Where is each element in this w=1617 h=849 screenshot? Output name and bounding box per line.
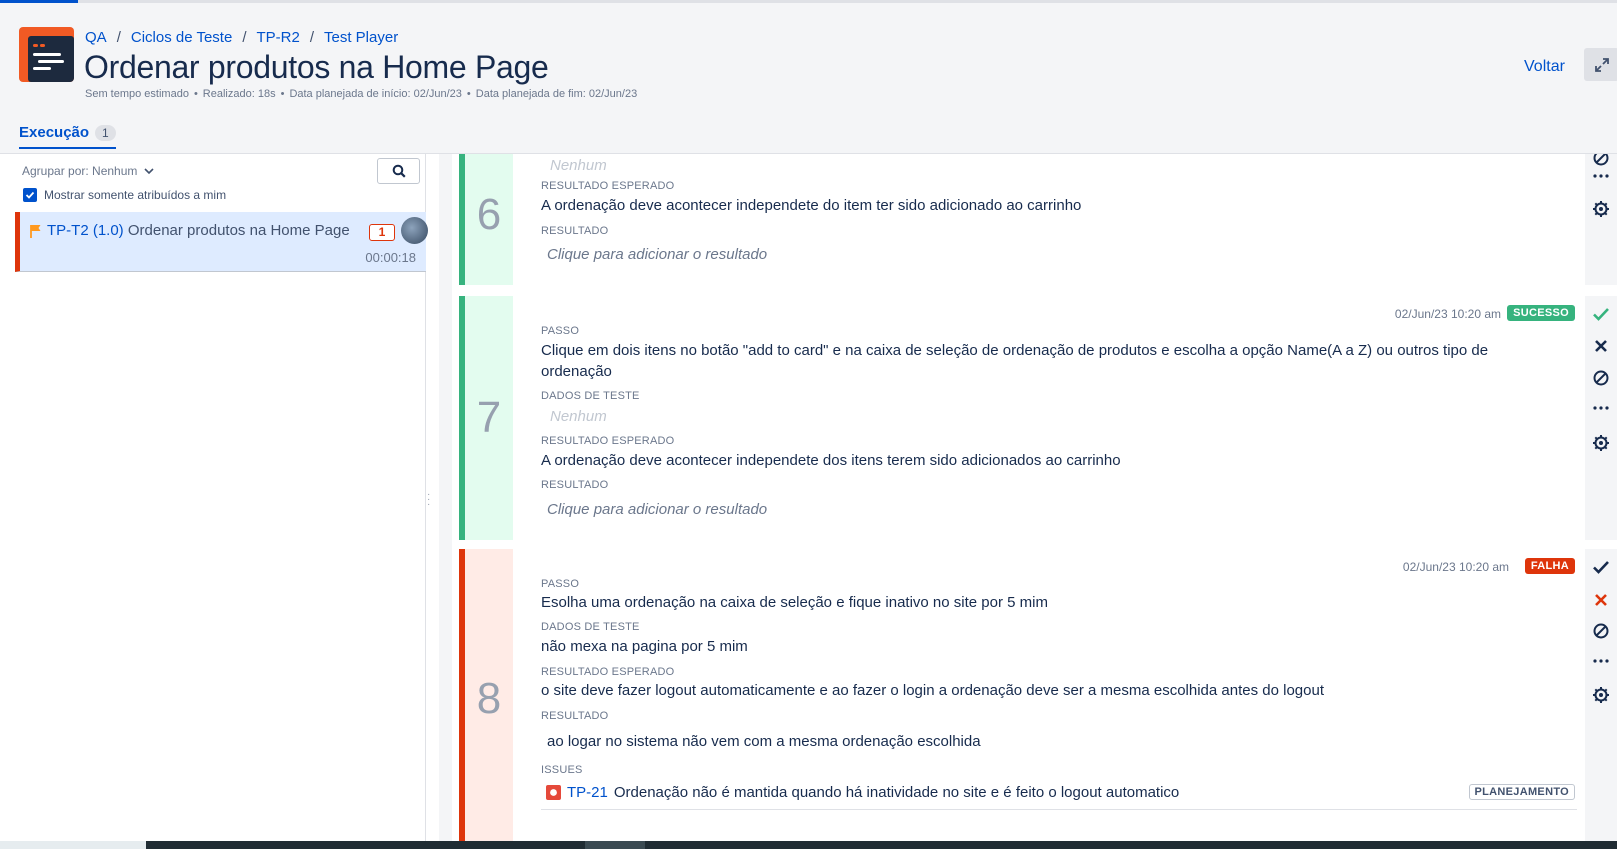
status-badge: FALHA [1524, 558, 1575, 574]
result-label: RESULTADO [541, 479, 609, 491]
avatar [401, 217, 428, 244]
step-number: 7 [465, 296, 513, 540]
block-icon[interactable] [1591, 621, 1611, 641]
pass-icon[interactable] [1591, 557, 1611, 577]
test-case-name: Ordenar produtos na Home Page [127, 222, 350, 239]
gear-icon[interactable] [1591, 433, 1611, 453]
result-input[interactable]: Clique para adicionar o resultado [547, 246, 767, 263]
group-by-label: Agrupar por: Nenhum [22, 164, 138, 178]
test-data-value: Nenhum [550, 157, 607, 174]
result-label: RESULTADO [541, 225, 609, 237]
result-input[interactable]: Clique para adicionar o resultado [547, 501, 767, 518]
chevron-down-icon [144, 168, 154, 175]
pass-icon[interactable] [1591, 304, 1611, 324]
meta-end: Data planejada de fim: 02/Jun/23 [475, 88, 638, 100]
issue-count-badge: 1 [369, 224, 395, 241]
step-card: 8 02/Jun/23 10:20 am FALHA PASSO Esolha … [459, 549, 1585, 841]
block-icon[interactable] [1591, 368, 1611, 388]
issue-summary: Ordenação não é mantida quando há inativ… [613, 784, 1180, 801]
step-number: 8 [465, 549, 513, 841]
step-actions [1585, 296, 1617, 540]
more-icon[interactable] [1591, 166, 1611, 186]
fail-icon[interactable] [1591, 590, 1611, 610]
test-data-value: não mexa na pagina por 5 mim [541, 638, 748, 655]
gear-icon[interactable] [1591, 685, 1611, 705]
step-value: Clique em dois itens no botão "add to ca… [541, 342, 1489, 380]
meta-realized: Realizado: 18s [202, 88, 276, 100]
tab-execucao[interactable]: Execução 1 [19, 124, 116, 149]
step-label: PASSO [541, 578, 580, 590]
result-value[interactable]: ao logar no sistema não vem com a mesma … [547, 731, 981, 752]
bug-icon [546, 785, 561, 800]
expand-icon [1594, 57, 1609, 72]
tab-label: Execução [19, 124, 90, 141]
step-card: 6 Nenhum RESULTADO ESPERADO A ordenação … [459, 154, 1585, 285]
back-link[interactable]: Voltar [1524, 58, 1565, 76]
step-card: 7 02/Jun/23 10:20 am SUCESSO PASSO Cliqu… [459, 296, 1585, 540]
more-icon[interactable] [1591, 651, 1611, 671]
gear-icon[interactable] [1591, 199, 1611, 219]
expected-label: RESULTADO ESPERADO [541, 435, 675, 447]
status-badge: SUCESSO [1507, 305, 1575, 321]
step-list: 6 Nenhum RESULTADO ESPERADO A ordenação … [439, 154, 1617, 841]
checkbox-checked-icon [23, 188, 37, 202]
test-data-value: Nenhum [550, 408, 607, 425]
expected-label: RESULTADO ESPERADO [541, 180, 675, 192]
more-icon[interactable] [1591, 398, 1611, 418]
breadcrumb-cycle[interactable]: TP-R2 [256, 29, 299, 46]
list-item[interactable]: TP-T2 (1.0) Ordenar produtos na Home Pag… [15, 212, 428, 272]
group-by-dropdown[interactable]: Agrupar por: Nenhum [22, 164, 154, 178]
meta-estimate: Sem tempo estimado [85, 88, 189, 100]
page-header: QA / Ciclos de Teste / TP-R2/Test Player Ord… [0, 3, 1617, 153]
step-actions [1585, 549, 1617, 841]
test-case-list-panel: Agrupar por: Nenhum Mostrar somente atri… [0, 154, 428, 841]
page-title: Ordenar produtos na Home Page [84, 49, 549, 85]
tab-count: 1 [95, 124, 116, 141]
project-logo [19, 27, 74, 82]
step-timestamp: 02/Jun/23 10:20 am [1394, 307, 1501, 321]
breadcrumb-ciclos[interactable]: Ciclos de Teste [131, 29, 232, 46]
search-icon [392, 164, 406, 178]
search-button[interactable] [377, 158, 420, 184]
test-case-key: TP-T2 (1.0) [47, 222, 124, 239]
expected-value: A ordenação deve acontecer independete d… [541, 197, 1082, 214]
issues-label: ISSUES [541, 764, 583, 776]
only-mine-label: Mostrar somente atribuídos a mim [44, 188, 227, 202]
expected-value: A ordenação deve acontecer independete d… [541, 452, 1121, 469]
breadcrumb-qa[interactable]: QA [85, 29, 107, 46]
linked-issue[interactable]: TP-21 Ordenação não é mantida quando há … [546, 784, 1179, 801]
expected-value: o site deve fazer logout automaticamente… [541, 682, 1324, 699]
test-data-label: DADOS DE TESTE [541, 390, 640, 402]
fail-icon[interactable] [1591, 336, 1611, 356]
resize-handle[interactable]: · · · [427, 490, 430, 510]
meta-start: Data planejada de início: 02/Jun/23 [289, 88, 462, 100]
step-value: Esolha uma ordenação na caixa de seleção… [541, 594, 1048, 611]
step-label: PASSO [541, 325, 580, 337]
flag-icon [30, 225, 41, 238]
breadcrumb: QA / Ciclos de Teste / TP-R2/Test Player [85, 29, 399, 46]
result-label: RESULTADO [541, 710, 609, 722]
only-mine-checkbox[interactable]: Mostrar somente atribuídos a mim [23, 188, 226, 202]
expand-button[interactable] [1584, 48, 1617, 81]
test-data-label: DADOS DE TESTE [541, 621, 640, 633]
elapsed-time: 00:00:18 [365, 250, 416, 265]
execution-meta: Sem tempo estimado • Realizado: 18s • Data p… [85, 88, 638, 100]
step-number: 6 [465, 154, 513, 285]
expected-label: RESULTADO ESPERADO [541, 666, 675, 678]
issue-key[interactable]: TP-21 [567, 784, 608, 801]
issue-status-badge: PLANEJAMENTO [1468, 784, 1575, 800]
step-timestamp: 02/Jun/23 10:20 am [1402, 560, 1509, 574]
step-actions [1585, 154, 1617, 285]
breadcrumb-test-player[interactable]: Test Player [324, 29, 398, 46]
os-taskbar [0, 841, 1617, 849]
